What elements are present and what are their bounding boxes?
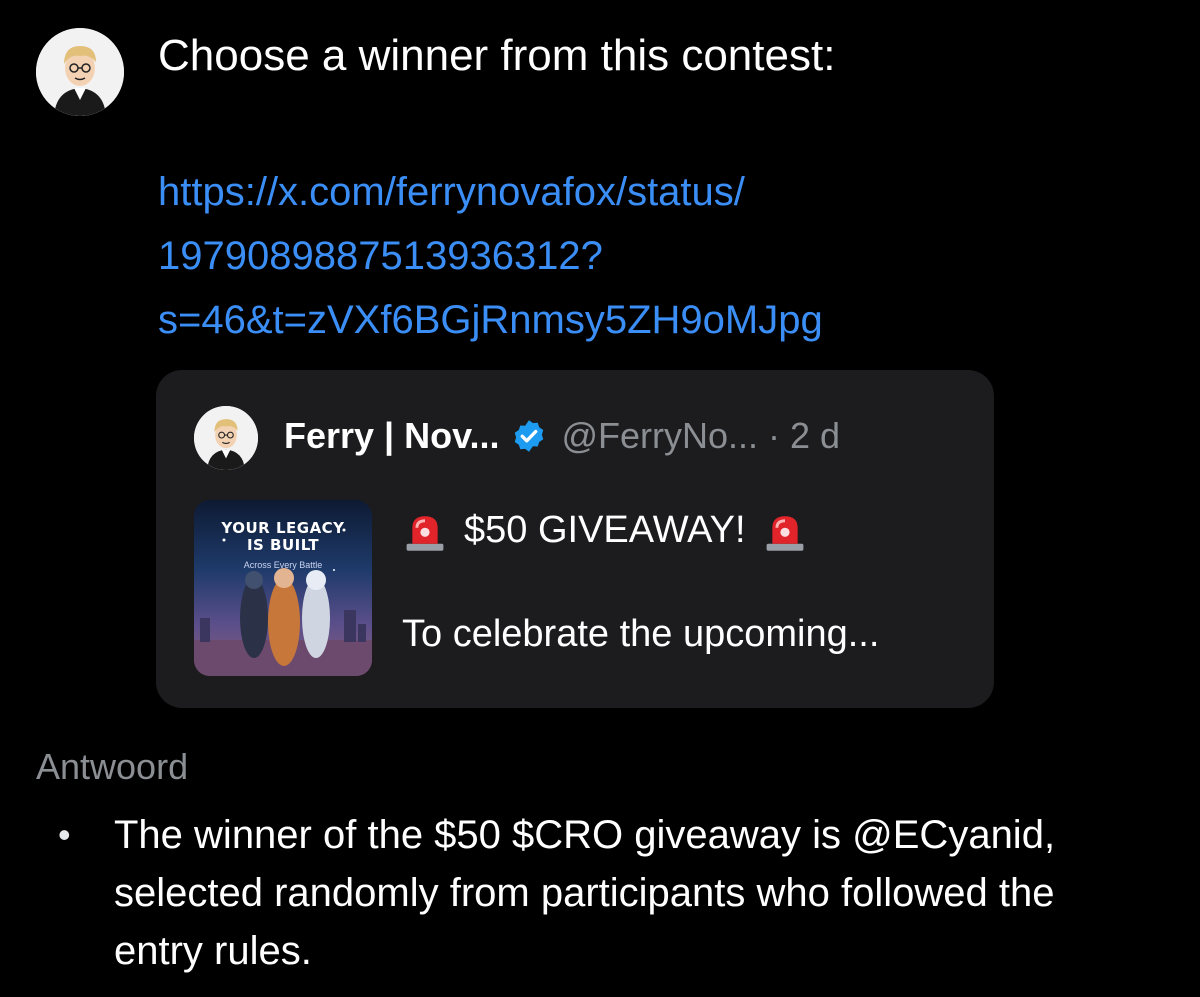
answer-label: Antwoord (36, 746, 189, 787)
rotating-light-icon (766, 516, 803, 551)
verified-badge-icon (515, 420, 544, 452)
prompt-text: Choose a winner from this contest: (158, 31, 836, 80)
contest-link-line: s=46&t=zVXf6BGjRnmsy5ZH9oMJpg (158, 298, 823, 342)
bullet-icon: • (58, 814, 71, 855)
quoted-tweet-card[interactable]: Ferry | Nov... @FerryNo... · 2 d YOUR LE… (156, 370, 994, 708)
contest-link[interactable]: https://x.com/ferrynovafox/status/ 19790… (158, 160, 1038, 352)
contest-link-line: https://x.com/ferrynovafox/status/ (158, 170, 745, 214)
quote-author-name[interactable]: Ferry | Nov... (284, 414, 499, 458)
headline-text: $50 GIVEAWAY! (464, 509, 746, 551)
quote-header: Ferry | Nov... @FerryNo... · 2 d (284, 414, 840, 458)
cartoon-avatar-icon (194, 406, 258, 470)
quote-headline: $50 GIVEAWAY! (402, 506, 824, 554)
contest-link-line: 1979089887513936312? (158, 234, 603, 278)
quote-thumbnail[interactable]: YOUR LEGACY IS BUILT Across Every Battle (194, 500, 372, 676)
thumbnail-subtitle: Across Every Battle (243, 560, 323, 570)
thumbnail-title-line: YOUR LEGACY (221, 519, 345, 537)
quote-avatar (194, 406, 258, 470)
quote-handle-time: @FerryNo... · 2 d (561, 415, 841, 456)
cartoon-avatar-icon (36, 28, 124, 116)
rotating-light-icon (406, 516, 444, 551)
thumbnail-title: YOUR LEGACY IS BUILT (194, 520, 372, 554)
user-avatar[interactable] (36, 28, 124, 116)
answer-text: The winner of the $50 $CRO giveaway is @… (114, 813, 1056, 973)
answer-list: • The winner of the $50 $CRO giveaway is… (58, 806, 1158, 980)
quote-excerpt: To celebrate the upcoming... (402, 613, 880, 655)
thumbnail-title-line: IS BUILT (246, 536, 320, 554)
list-item: • The winner of the $50 $CRO giveaway is… (58, 806, 1158, 980)
